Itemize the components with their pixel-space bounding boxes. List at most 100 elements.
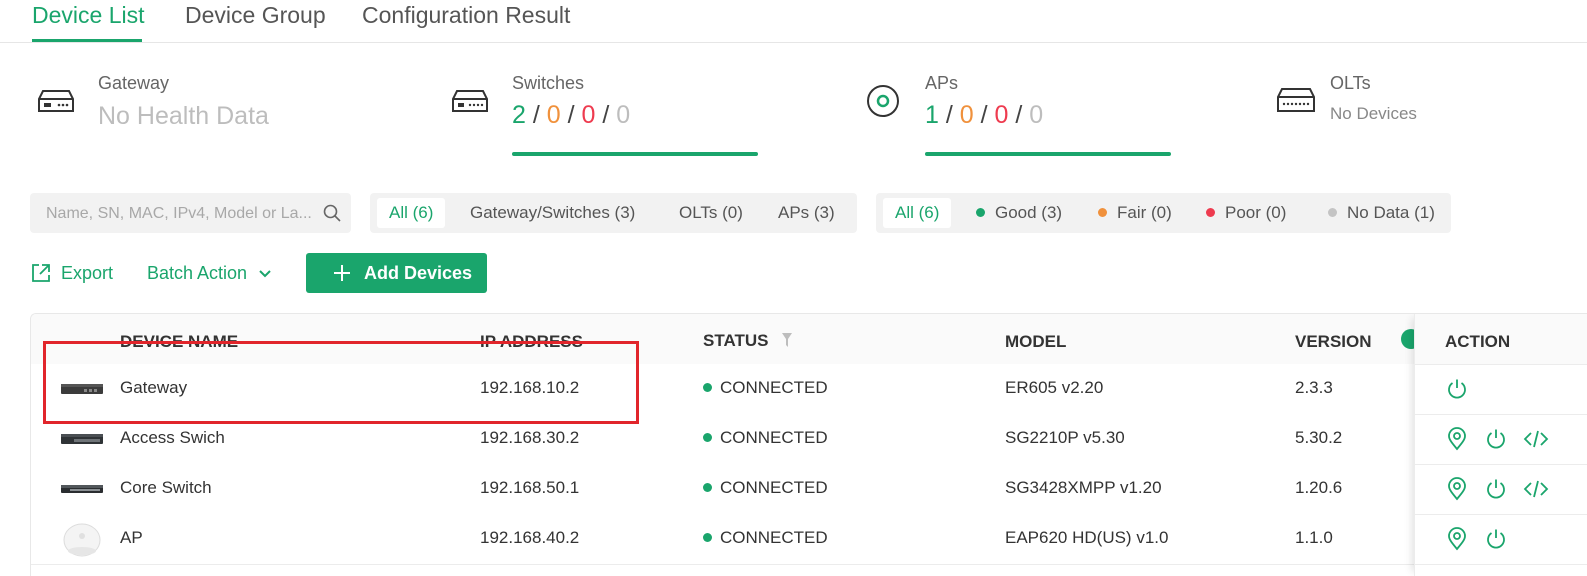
- version: 1.1.0: [1295, 528, 1333, 547]
- version: 5.30.2: [1295, 428, 1343, 447]
- olt-icon: [1277, 88, 1315, 112]
- status-dot-icon: [703, 383, 712, 392]
- status: CONNECTED: [703, 428, 828, 448]
- separator: /: [567, 101, 575, 129]
- switch-device-image: [61, 485, 103, 493]
- device-name[interactable]: Core Switch: [120, 478, 212, 498]
- power-icon[interactable]: [1484, 477, 1508, 501]
- power-icon[interactable]: [1484, 527, 1508, 551]
- poor-dot-icon: [1206, 208, 1215, 217]
- gateway-icon: [38, 90, 74, 112]
- column-action: ACTION: [1445, 332, 1511, 351]
- status: CONNECTED: [703, 528, 828, 548]
- search-input[interactable]: [44, 193, 323, 235]
- status-dot-icon: [703, 433, 712, 442]
- switches-stat-title: Switches: [512, 73, 585, 93]
- cli-icon[interactable]: [1523, 477, 1549, 501]
- filter-type-olts[interactable]: OLTs (0): [667, 198, 755, 228]
- olts-stat-title: OLTs: [1330, 73, 1371, 93]
- table-row[interactable]: AP 192.168.40.2 CONNECTED EAP620 HD(US) …: [31, 514, 1587, 565]
- status-label: CONNECTED: [720, 478, 828, 497]
- filter-health-good[interactable]: Good (3): [964, 198, 1074, 228]
- filter-health-nodata-label: No Data (1): [1347, 203, 1435, 222]
- table-row[interactable]: Core Switch 192.168.50.1 CONNECTED SG342…: [31, 464, 1587, 515]
- switches-stat-counts: 2 / 0 / 0 / 0: [512, 101, 630, 130]
- filter-health-poor[interactable]: Poor (0): [1194, 198, 1298, 228]
- tab-device-list[interactable]: Device List: [32, 2, 144, 29]
- separator: /: [602, 101, 610, 129]
- aps-stat-title: APs: [925, 73, 959, 93]
- action-header: ACTION: [1415, 314, 1587, 365]
- export-label: Export: [61, 263, 114, 283]
- device-type-filter: All (6) Gateway/Switches (3) OLTs (0) AP…: [370, 193, 857, 233]
- locate-icon[interactable]: [1445, 477, 1469, 501]
- tab-configuration-result[interactable]: Configuration Result: [362, 2, 570, 29]
- filter-type-all[interactable]: All (6): [377, 198, 446, 228]
- good-dot-icon: [976, 208, 985, 217]
- version: 1.20.6: [1295, 478, 1343, 497]
- filter-health-nodata[interactable]: No Data (1): [1316, 198, 1447, 228]
- column-version[interactable]: VERSION: [1295, 332, 1372, 352]
- switches-poor-count: 0: [581, 101, 596, 129]
- search-icon[interactable]: [323, 204, 341, 222]
- status-label: CONNECTED: [720, 378, 828, 397]
- switch-device-image: [61, 434, 103, 444]
- device-name[interactable]: Access Swich: [120, 428, 225, 448]
- export-icon: [32, 264, 50, 282]
- filter-health-poor-label: Poor (0): [1225, 203, 1287, 222]
- model: ER605 v2.20: [1005, 378, 1104, 397]
- separator: /: [980, 101, 988, 129]
- aps-nodata-count: 0: [1029, 101, 1044, 129]
- column-model[interactable]: MODEL: [1005, 332, 1066, 352]
- status-dot-icon: [703, 533, 712, 542]
- status: CONNECTED: [703, 378, 828, 398]
- power-icon[interactable]: [1484, 427, 1508, 451]
- switches-good-count: 2: [512, 101, 526, 129]
- status-label: CONNECTED: [720, 428, 828, 447]
- status: CONNECTED: [703, 478, 828, 498]
- action-row: [1415, 364, 1587, 415]
- ip-address: 192.168.50.1: [480, 478, 580, 497]
- filter-health-all[interactable]: All (6): [883, 198, 952, 228]
- tab-device-group[interactable]: Device Group: [185, 2, 326, 29]
- add-devices-label: Add Devices: [364, 263, 473, 283]
- health-filter: All (6) Good (3) Fair (0) Poor (0) No Da…: [876, 193, 1451, 233]
- device-name[interactable]: AP: [120, 528, 143, 548]
- locate-icon[interactable]: [1445, 427, 1469, 451]
- switches-health-bar: [512, 152, 758, 156]
- model: EAP620 HD(US) v1.0: [1005, 528, 1169, 547]
- batch-action-button[interactable]: Batch Action: [147, 258, 272, 288]
- ap-icon: [867, 85, 899, 117]
- batch-action-label: Batch Action: [147, 263, 248, 283]
- aps-health-bar: [925, 152, 1171, 156]
- chevron-down-icon: [259, 270, 271, 278]
- filter-health-fair-label: Fair (0): [1117, 203, 1172, 222]
- ap-device-image: [63, 523, 101, 557]
- action-row: [1415, 464, 1587, 515]
- filter-type-aps[interactable]: APs (3): [766, 198, 847, 228]
- add-devices-button[interactable]: Add Devices: [306, 253, 487, 293]
- tabs-divider: [0, 42, 1587, 43]
- status-dot-icon: [703, 483, 712, 492]
- gateway-stat-value: No Health Data: [98, 102, 269, 130]
- power-icon[interactable]: [1445, 377, 1469, 401]
- filter-health-fair[interactable]: Fair (0): [1086, 198, 1184, 228]
- ip-address: 192.168.40.2: [480, 528, 580, 547]
- aps-fair-count: 0: [959, 101, 974, 129]
- cli-icon[interactable]: [1523, 427, 1549, 451]
- separator: /: [1015, 101, 1023, 129]
- model: SG2210P v5.30: [1005, 428, 1125, 447]
- filter-icon[interactable]: [781, 332, 793, 348]
- filter-type-gateway-switches[interactable]: Gateway/Switches (3): [458, 198, 647, 228]
- action-row: [1415, 414, 1587, 465]
- filter-health-good-label: Good (3): [995, 203, 1063, 222]
- column-status[interactable]: STATUS: [703, 331, 793, 351]
- gateway-stat-title: Gateway: [98, 73, 170, 93]
- locate-icon[interactable]: [1445, 527, 1469, 551]
- aps-good-count: 1: [925, 101, 939, 129]
- column-status-label: STATUS: [703, 331, 769, 350]
- version: 2.3.3: [1295, 378, 1333, 397]
- separator: /: [945, 101, 953, 129]
- switch-icon: [452, 90, 488, 112]
- nodata-dot-icon: [1328, 208, 1337, 217]
